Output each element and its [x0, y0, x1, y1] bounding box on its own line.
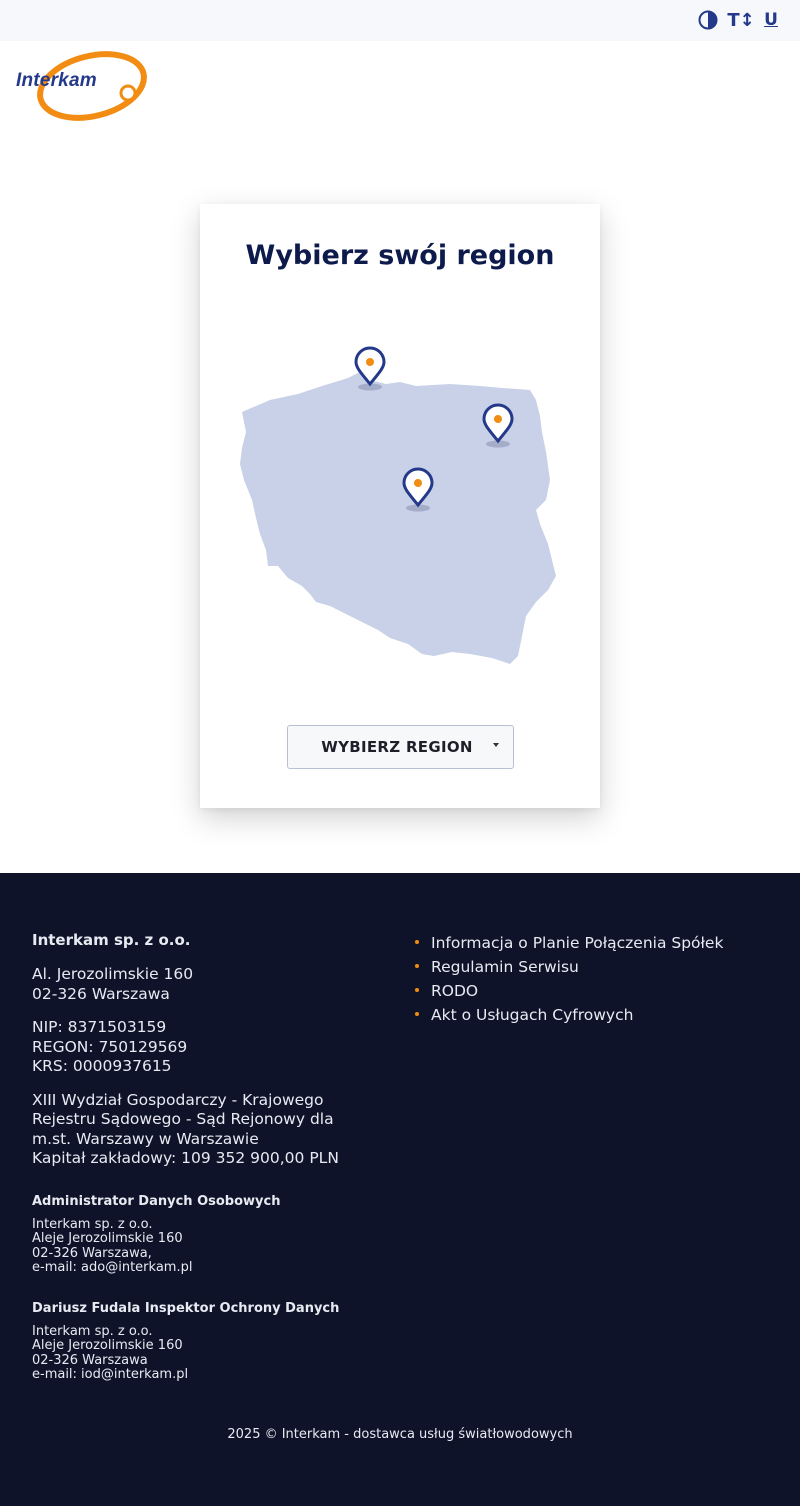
- iod-heading: Dariusz Fudala Inspektor Ochrony Danych: [32, 1300, 340, 1316]
- bullet-icon: [415, 964, 419, 968]
- iod-line: 02-326 Warszawa: [32, 1352, 148, 1368]
- admin-email[interactable]: e-mail: ado@interkam.pl: [32, 1260, 372, 1276]
- footer-link-digital-services[interactable]: Akt o Usługach Cyfrowych: [414, 1003, 784, 1027]
- contrast-toggle-button[interactable]: [696, 8, 720, 32]
- accessibility-bar: T↕ U: [0, 0, 800, 41]
- admin-line: 02-326 Warszawa,: [32, 1245, 152, 1261]
- footer-company-info: Interkam sp. z o.o. Al. Jerozolimskie 16…: [32, 931, 372, 1383]
- iod-line: Interkam sp. z o.o.: [32, 1323, 153, 1339]
- footer-link-merger-plan[interactable]: Informacja o Planie Połączenia Spółek: [414, 931, 784, 955]
- footer-link-rodo[interactable]: RODO: [414, 979, 784, 1003]
- address-line: Al. Jerozolimskie 160: [32, 965, 194, 983]
- iod-line: Aleje Jerozolimskie 160: [32, 1338, 183, 1353]
- bullet-icon: [415, 1012, 419, 1016]
- poland-map: [240, 346, 556, 664]
- logo-text: Interkam: [16, 70, 97, 91]
- company-ids: NIP: 8371503159 REGON: 750129569 KRS: 00…: [32, 1018, 372, 1077]
- company-address: Al. Jerozolimskie 160 02-326 Warszawa: [32, 965, 372, 1004]
- contrast-icon: [698, 10, 718, 30]
- court-line: Rejestru Sądowego - Sąd Rejonowy dla: [32, 1110, 334, 1128]
- underline-links-button[interactable]: U: [761, 8, 781, 32]
- footer: Interkam sp. z o.o. Al. Jerozolimskie 16…: [0, 873, 800, 1506]
- company-name: Interkam sp. z o.o.: [32, 931, 191, 949]
- court-line: Kapitał zakładowy: 109 352 900,00 PLN: [32, 1149, 339, 1167]
- address-line: 02-326 Warszawa: [32, 984, 170, 1003]
- id-line: REGON: 750129569: [32, 1037, 188, 1056]
- region-select-button[interactable]: WYBIERZ REGION: [287, 725, 514, 769]
- region-select-label: WYBIERZ REGION: [321, 738, 473, 756]
- admin-heading: Administrator Danych Osobowych: [32, 1193, 281, 1209]
- footer-link-label: Regulamin Serwisu: [431, 958, 579, 976]
- page-title: Wybierz swój region: [245, 240, 555, 271]
- copyright: 2025 © Interkam - dostawca usług światło…: [227, 1427, 573, 1442]
- company-court: XIII Wydział Gospodarczy - Krajowego Rej…: [32, 1091, 372, 1169]
- caret-down-icon: [493, 743, 499, 747]
- text-size-button[interactable]: T↕: [727, 8, 754, 32]
- footer-link-label: RODO: [431, 982, 479, 1000]
- bullet-icon: [415, 988, 419, 992]
- footer-links: Informacja o Planie Połączenia Spółek Re…: [414, 931, 784, 1027]
- id-line: KRS: 0000937615: [32, 1057, 172, 1075]
- footer-link-terms[interactable]: Regulamin Serwisu: [414, 955, 784, 979]
- court-line: XIII Wydział Gospodarczy - Krajowego: [32, 1090, 324, 1109]
- admin-details: Interkam sp. z o.o. Aleje Jerozolimskie …: [32, 1216, 372, 1276]
- admin-line: Aleje Jerozolimskie 160: [32, 1231, 183, 1246]
- footer-link-label: Informacja o Planie Połączenia Spółek: [431, 934, 724, 952]
- admin-line: Interkam sp. z o.o.: [32, 1216, 153, 1232]
- footer-link-label: Akt o Usługach Cyfrowych: [431, 1006, 634, 1024]
- bullet-icon: [415, 940, 419, 944]
- interkam-logo[interactable]: Interkam: [12, 48, 152, 126]
- iod-details: Interkam sp. z o.o. Aleje Jerozolimskie …: [32, 1323, 372, 1383]
- iod-email[interactable]: e-mail: iod@interkam.pl: [32, 1367, 372, 1383]
- id-line: NIP: 8371503159: [32, 1018, 167, 1036]
- court-line: m.st. Warszawy w Warszawie: [32, 1129, 259, 1148]
